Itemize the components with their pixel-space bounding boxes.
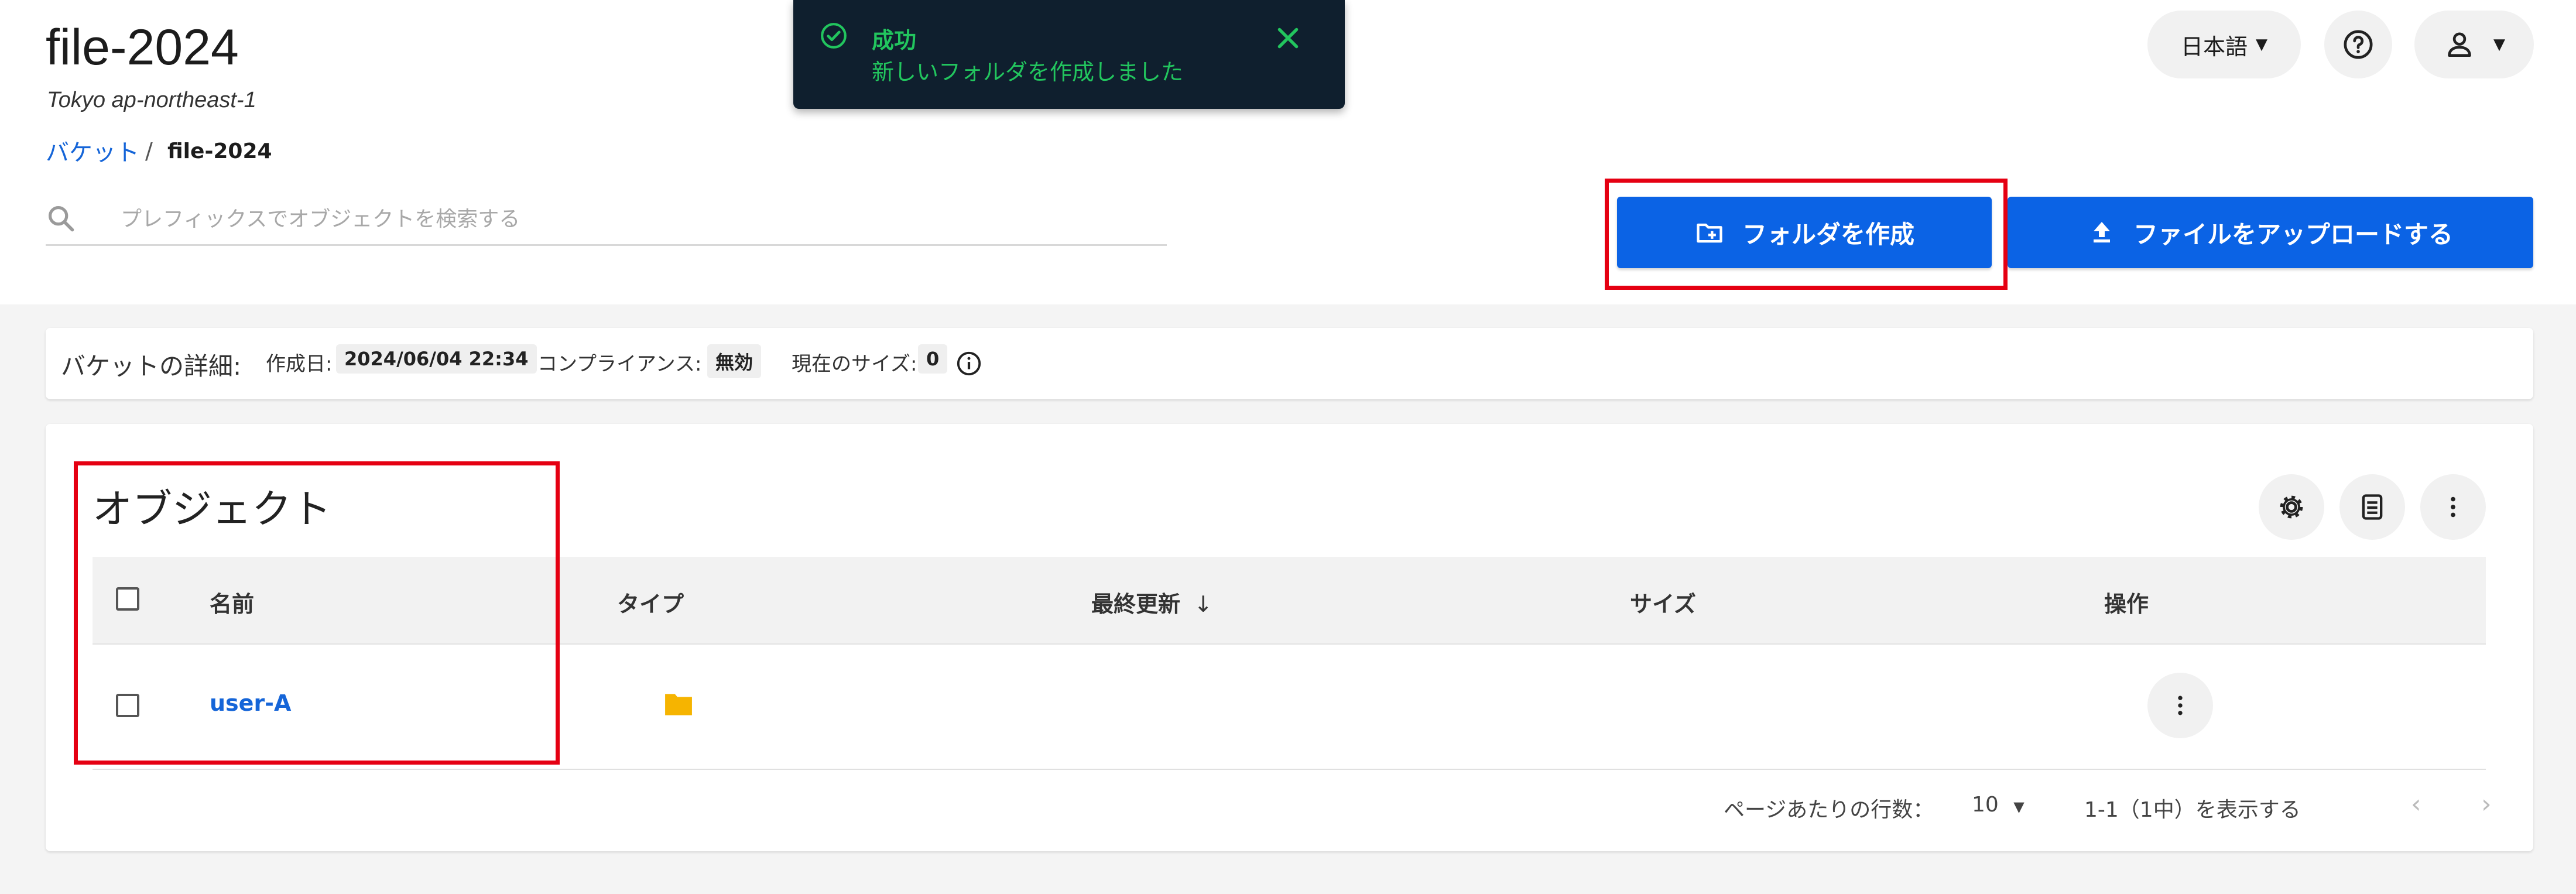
list-icon bbox=[2362, 494, 2383, 520]
help-icon bbox=[2344, 30, 2373, 59]
column-actions: 操作 bbox=[2104, 591, 2149, 617]
column-last-modified[interactable]: 最終更新 ↓ bbox=[1091, 586, 1212, 618]
rows-per-page-select[interactable]: 10 ▼ bbox=[1972, 793, 2025, 817]
prev-page-icon[interactable]: ‹ bbox=[2411, 789, 2421, 819]
size-label: 現在のサイズ: bbox=[792, 352, 917, 376]
caret-down-icon: ▼ bbox=[2013, 799, 2025, 815]
rows-per-page-value: 10 bbox=[1972, 793, 1999, 817]
column-size[interactable]: サイズ bbox=[1630, 586, 1696, 618]
region-label: Tokyo ap-northeast-1 bbox=[47, 88, 256, 112]
more-vert-icon bbox=[2451, 496, 2455, 518]
help-button[interactable] bbox=[2324, 11, 2392, 78]
next-page-icon[interactable]: › bbox=[2481, 789, 2492, 819]
highlight-box-objects bbox=[74, 461, 560, 765]
columns-button[interactable] bbox=[2339, 474, 2405, 540]
search-bar bbox=[46, 196, 1167, 246]
row-actions-button[interactable] bbox=[2147, 673, 2213, 738]
bucket-title: file-2024 bbox=[46, 19, 239, 76]
created-label: 作成日: bbox=[266, 352, 333, 376]
breadcrumb-separator: / bbox=[145, 138, 153, 164]
upload-file-button[interactable]: ファイルをアップロードする bbox=[2008, 197, 2533, 268]
compliance-label: コンプライアンス: bbox=[537, 352, 702, 376]
breadcrumb-current: file-2024 bbox=[167, 139, 272, 163]
created-value: 2024/06/04 22:34 bbox=[336, 344, 537, 374]
user-menu-button[interactable]: ▼ bbox=[2414, 11, 2534, 78]
breadcrumb-buckets-link[interactable]: バケット bbox=[46, 133, 139, 167]
compliance-value: 無効 bbox=[707, 344, 762, 378]
success-check-icon bbox=[821, 23, 847, 49]
highlight-box-create-folder bbox=[1605, 179, 2008, 290]
column-type[interactable]: タイプ bbox=[617, 586, 684, 618]
toast-message: 新しいフォルダを作成しました bbox=[872, 59, 1184, 85]
close-icon[interactable] bbox=[1273, 23, 1303, 53]
column-last-modified-label: 最終更新 bbox=[1091, 591, 1181, 617]
success-toast: 成功 新しいフォルダを作成しました bbox=[793, 0, 1345, 109]
more-vert-icon bbox=[2178, 696, 2183, 715]
folder-icon bbox=[665, 694, 692, 715]
more-options-button[interactable] bbox=[2420, 474, 2486, 540]
size-value: 0 bbox=[918, 344, 948, 374]
info-icon[interactable] bbox=[955, 350, 982, 377]
settings-button[interactable] bbox=[2259, 474, 2324, 540]
upload-file-label: ファイルをアップロードする bbox=[2133, 220, 2453, 249]
gear-icon bbox=[2280, 495, 2303, 519]
search-input[interactable] bbox=[119, 202, 1152, 236]
bucket-details-card: バケットの詳細: 作成日: 2024/06/04 22:34 コンプライアンス:… bbox=[46, 328, 2533, 399]
caret-down-icon: ▼ bbox=[2256, 36, 2267, 53]
details-label: バケットの詳細: bbox=[61, 352, 242, 381]
sort-arrow-down-icon: ↓ bbox=[1194, 591, 1213, 617]
toast-title: 成功 bbox=[872, 28, 917, 53]
user-icon bbox=[2448, 32, 2471, 57]
language-label: 日本語 bbox=[2180, 33, 2248, 60]
search-icon bbox=[48, 205, 74, 232]
rows-per-page-label: ページあたりの行数： bbox=[1724, 798, 1934, 822]
upload-icon bbox=[2093, 222, 2110, 243]
caret-down-icon: ▼ bbox=[2493, 36, 2505, 53]
pagination-range: 1-1（1中）を表示する bbox=[2084, 798, 2301, 822]
language-selector[interactable]: 日本語 ▼ bbox=[2147, 11, 2301, 78]
